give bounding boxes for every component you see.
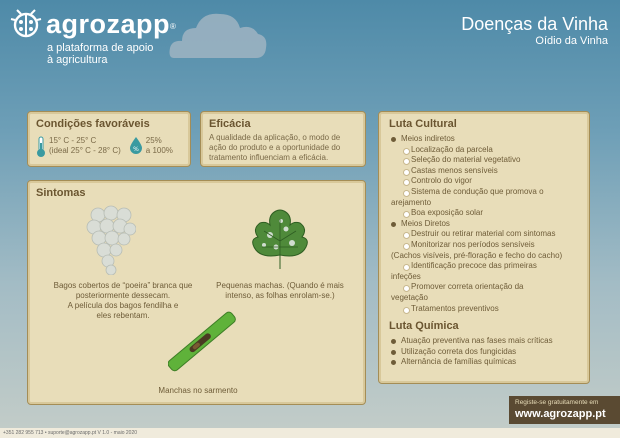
efficacy-text: A qualidade da aplicação, o modo de ação… [209, 133, 341, 162]
cultural-control-item: vegetação [391, 292, 428, 302]
cultural-control-item: Monitorizar nos períodos sensíveis [389, 240, 579, 251]
shoot-illustration [168, 311, 236, 372]
cultural-control-item: Tratamentos preventivos [389, 304, 579, 315]
page-title: Doenças da Vinha [461, 14, 608, 34]
humidity-max-text: a 100% [145, 146, 173, 155]
control-methods-panel: Luta Cultural Meios indiretos Localização… [378, 111, 590, 384]
ladybug-icon [10, 9, 42, 38]
leaf-caption-line1: Pequenas machas. (Quando é mais [216, 281, 344, 290]
cultural-control-item: arejamento [391, 197, 432, 207]
humidity-range: % 25% a 100% [129, 136, 173, 156]
register-cta[interactable]: Registe-se gratuitamente em www.agrozapp… [509, 396, 620, 424]
efficacy-panel: Eficácia A qualidade da aplicação, o mod… [200, 111, 366, 167]
cultural-control-heading: Luta Cultural [389, 118, 457, 130]
cta-url-link[interactable]: www.agrozapp.pt [515, 407, 614, 421]
grape-caption-line1: Bagos cobertos de “poeira” branca que [53, 281, 193, 290]
temperature-range: 15° C - 25° C (ideal 25° C - 28° C) [36, 136, 121, 158]
title-block: Doenças da Vinha Oídio da Vinha [461, 14, 608, 48]
conditions-heading: Condições favoráveis [36, 118, 150, 130]
brand-name: agrozapp [46, 9, 171, 39]
humidity-drop-icon: % [129, 137, 142, 154]
cta-label: Registe-se gratuitamente em [515, 399, 599, 406]
temperature-ideal-text: (ideal 25° C - 28° C) [49, 146, 121, 155]
grape-caption-line2: posteriormente dessecam. [75, 291, 171, 300]
footer-contact: +351 282 955 713 • suporte@agrozapp.pt V… [0, 428, 620, 438]
page-subtitle: Oídio da Vinha [535, 35, 608, 47]
chemical-control-item: Atuação preventiva nas fases mais crític… [389, 336, 579, 347]
vine-leaf-illustration [252, 209, 308, 269]
humidity-min-text: 25% [145, 136, 162, 145]
chemical-control-item: Utilização correta dos fungicidas [389, 347, 579, 358]
leaf-symptoms-caption: Pequenas machas. (Quando é mais intenso,… [200, 281, 360, 301]
temperature-range-text: 15° C - 25° C [49, 136, 97, 145]
cultural-control-item: Promover correta orientação da [389, 282, 579, 293]
cultural-control-item: Controlo do vigor [389, 176, 579, 187]
cultural-control-item: Meios Diretos [389, 219, 579, 230]
cultural-control-item: Identificação precoce das primeiras [389, 261, 579, 272]
efficacy-heading: Eficácia [209, 118, 251, 130]
cloud-icon [169, 13, 267, 58]
chemical-control-heading: Luta Química [389, 320, 459, 333]
cultural-control-item: infeções [391, 271, 421, 281]
chemical-control-list: Atuação preventiva nas fases mais crític… [389, 336, 579, 368]
cultural-control-item: Sistema de condução que promova o [389, 187, 579, 198]
svg-text:%: % [133, 146, 139, 153]
shoot-caption: Manchas no sarmento [158, 386, 238, 395]
thermometer-icon [37, 136, 45, 157]
cultural-control-list: Meios indiretos Localização da parcela Sel… [389, 134, 579, 314]
cultural-control-item: Meios indiretos [389, 134, 579, 145]
grape-cluster-illustration [86, 205, 136, 275]
cultural-control-item: Seleção do material vegetativo [389, 155, 579, 166]
cultural-control-item: Localização da parcela [389, 145, 579, 156]
leaf-caption-line2: intenso, as folhas enrolam-se.) [225, 291, 335, 300]
symptoms-panel: Sintomas Bagos cobertos de “poeira” bran… [27, 180, 366, 405]
chemical-control-item: Alternância de famílias químicas [389, 357, 579, 368]
cultural-control-item: Castas menos sensíveis [389, 166, 579, 177]
cultural-control-item: Destruir ou retirar material com sintoma… [389, 229, 579, 240]
symptoms-heading: Sintomas [36, 187, 86, 199]
favorable-conditions-panel: Condições favoráveis 15° C - 25° C (idea… [27, 111, 191, 167]
cultural-control-item: Boa exposição solar [389, 208, 579, 219]
cultural-control-item: (Cachos visíveis, pré-floração e fecho d… [391, 250, 563, 260]
